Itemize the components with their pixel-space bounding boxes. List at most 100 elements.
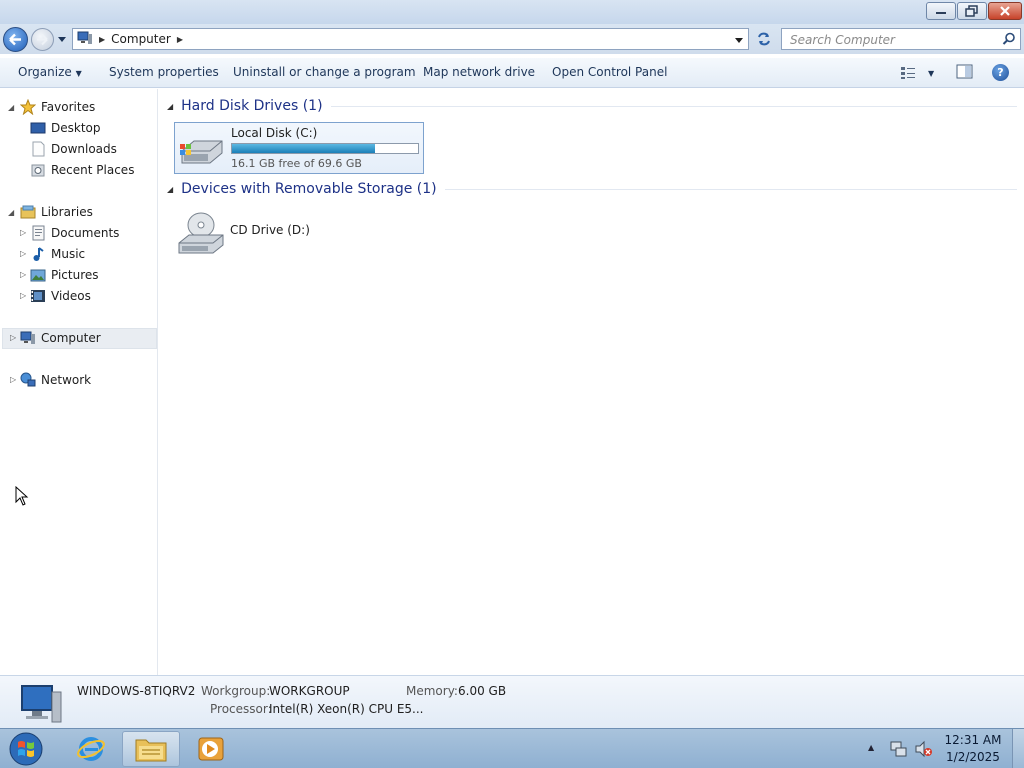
expand-network-icon[interactable]: ▷ [10,375,16,384]
star-icon [20,99,36,115]
nav-libraries-label: Libraries [41,205,93,219]
windows-logo-icon [9,732,43,766]
show-hidden-icons-button[interactable]: ▲ [868,743,874,752]
map-network-drive-button[interactable]: Map network drive [423,65,535,79]
clock-date[interactable]: 1/2/2025 [938,750,1008,764]
disk-usage-bar [231,143,419,154]
expand-music-icon[interactable]: ▷ [20,249,26,258]
help-button[interactable]: ? [992,64,1009,81]
group-divider [330,105,1017,107]
processor-value: Intel(R) Xeon(R) CPU E5... [269,702,424,716]
search-input[interactable]: Search Computer [781,28,1021,50]
drive-item-cd-drive[interactable]: CD Drive (D:) [174,209,424,257]
collapse-group-icon[interactable]: ◢ [167,185,173,194]
taskbar-media-player[interactable] [182,731,240,767]
nav-item-label: Music [51,247,86,261]
clock-time[interactable]: 12:31 AM [938,733,1008,747]
nav-item-recent-places[interactable]: Recent Places [30,160,134,180]
group-divider [444,188,1017,190]
documents-icon [30,225,46,241]
address-dropdown-icon[interactable] [734,36,744,44]
minimize-icon [936,12,946,14]
expand-documents-icon[interactable]: ▷ [20,228,26,237]
group-title: Devices with Removable Storage (1) [181,181,437,197]
search-icon[interactable] [1002,32,1016,46]
nav-item-label: Recent Places [51,163,135,177]
workgroup-label: Workgroup: [201,684,271,698]
breadcrumb-computer[interactable]: Computer [111,32,171,46]
computer-icon [20,330,36,346]
title-bar[interactable] [0,0,1024,24]
nav-item-pictures[interactable]: Pictures [30,265,99,285]
expand-favorites-icon[interactable]: ◢ [8,103,14,112]
collapse-group-icon[interactable]: ◢ [167,102,173,111]
nav-computer[interactable]: Computer [20,328,101,348]
address-bar[interactable]: ▶ Computer ▶ [72,28,749,50]
nav-item-desktop[interactable]: Desktop [30,118,101,138]
nav-network-label: Network [41,373,92,387]
preview-pane-icon[interactable] [956,64,974,80]
taskbar-internet-explorer[interactable] [62,731,120,767]
downloads-folder-icon [30,141,46,157]
drive-item-local-disk[interactable]: Local Disk (C:) 16.1 GB free of 69.6 GB [174,122,424,174]
nav-libraries[interactable]: Libraries [20,202,93,222]
expand-libraries-icon[interactable]: ◢ [8,208,14,217]
expand-computer-icon[interactable]: ▷ [10,333,16,342]
expand-videos-icon[interactable]: ▷ [20,291,26,300]
memory-label: Memory: [406,684,458,698]
nav-item-label: Documents [51,226,120,240]
videos-icon [30,288,46,304]
change-view-button[interactable]: ▼ [900,64,940,82]
refresh-icon [758,32,770,46]
explorer-window: ▶ Computer ▶ Search Computer Organize ▼ … [0,0,1024,728]
media-player-icon [198,737,224,761]
nav-network[interactable]: Network [20,370,91,390]
breadcrumb-separator[interactable]: ▶ [177,35,183,44]
organize-label: Organize [18,65,72,79]
group-title: Hard Disk Drives (1) [181,98,323,114]
nav-item-label: Pictures [51,268,99,282]
navigation-bar: ▶ Computer ▶ Search Computer [0,24,1024,54]
nav-computer-label: Computer [41,331,101,345]
forward-arrow-icon [37,33,48,46]
refresh-button[interactable] [752,28,776,50]
taskbar-windows-explorer[interactable] [122,731,180,767]
nav-item-label: Videos [51,289,91,303]
group-header-hard-disks[interactable]: ◢ Hard Disk Drives (1) [167,98,1017,114]
chevron-down-icon: ▼ [75,69,82,78]
nav-item-videos[interactable]: Videos [30,286,91,306]
recent-pages-dropdown-icon[interactable] [56,33,68,45]
pictures-icon [30,267,46,283]
nav-favorites[interactable]: Favorites [20,97,95,117]
computer-icon [77,30,93,49]
expand-pictures-icon[interactable]: ▷ [20,270,26,279]
search-placeholder: Search Computer [790,33,895,47]
music-icon [30,246,46,262]
breadcrumb-separator[interactable]: ▶ [99,35,105,44]
organize-menu[interactable]: Organize ▼ [18,65,82,79]
nav-item-documents[interactable]: Documents [30,223,119,243]
system-properties-button[interactable]: System properties [109,65,219,79]
mouse-cursor-icon [15,486,29,506]
nav-item-music[interactable]: Music [30,244,85,264]
volume-muted-icon[interactable] [915,740,933,758]
desktop-icon [30,120,46,136]
nav-item-downloads[interactable]: Downloads [30,139,117,159]
close-button[interactable] [988,2,1022,20]
chevron-down-icon: ▼ [928,68,935,78]
restore-button[interactable] [957,2,987,20]
uninstall-program-button[interactable]: Uninstall or change a program [233,65,416,79]
computer-name: WINDOWS-8TIQRV2 [77,684,196,698]
back-button[interactable] [3,27,28,52]
group-header-removable[interactable]: ◢ Devices with Removable Storage (1) [167,181,1017,197]
content-pane: ◢ Hard Disk Drives (1) Local Disk (C:) 1… [159,89,1024,675]
view-options-icon [901,67,915,79]
nav-item-label: Desktop [51,121,101,135]
forward-button[interactable] [31,28,54,51]
start-button[interactable] [6,731,46,767]
minimize-button[interactable] [926,2,956,20]
open-control-panel-button[interactable]: Open Control Panel [552,65,667,79]
show-desktop-button[interactable] [1012,729,1024,768]
network-tray-icon[interactable] [890,740,908,758]
workgroup-value: WORKGROUP [269,684,350,698]
